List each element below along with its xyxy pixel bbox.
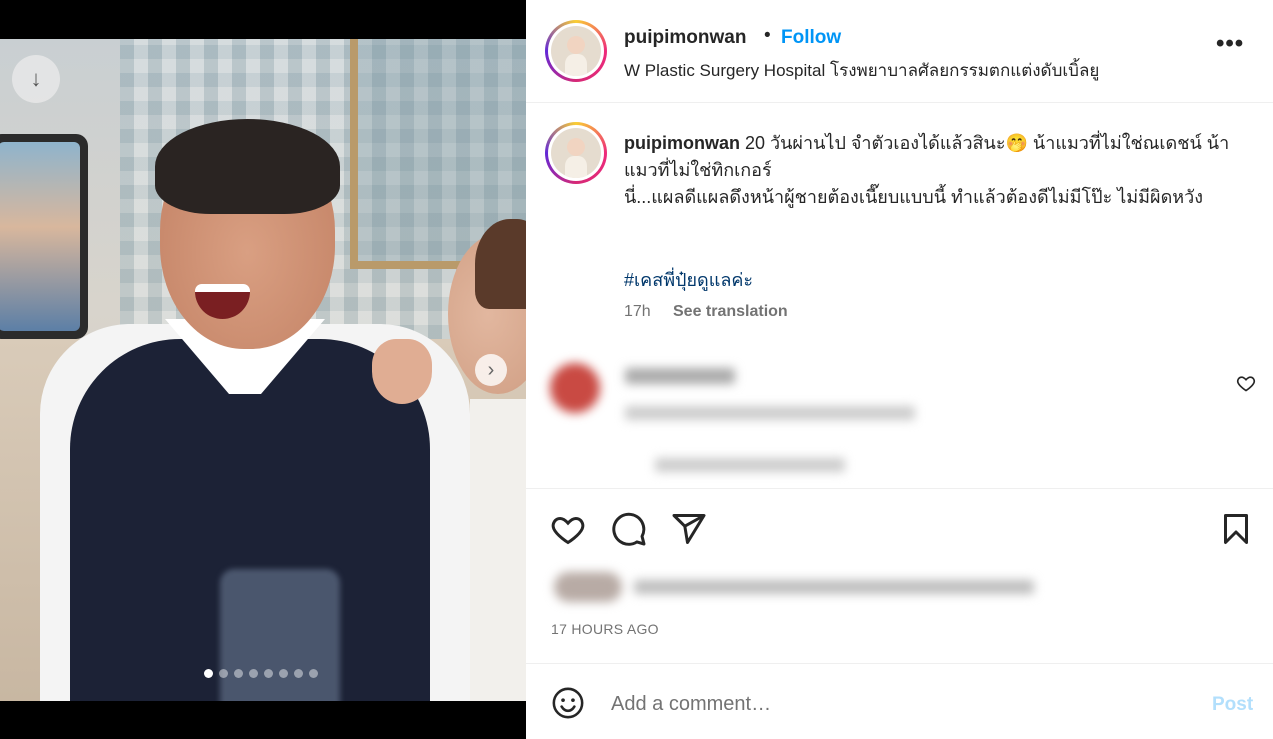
woman-body: [470, 399, 526, 701]
blurred-phone: [220, 569, 340, 701]
download-icon[interactable]: ↓: [12, 55, 60, 103]
carousel-dot[interactable]: [219, 669, 228, 678]
carousel-dot[interactable]: [264, 669, 273, 678]
post-actions: [526, 488, 1273, 568]
carousel-dot[interactable]: [309, 669, 318, 678]
bookmark-icon[interactable]: [1218, 511, 1254, 547]
comment-like-icon[interactable]: [1236, 373, 1256, 393]
caption-time: 17h: [624, 303, 651, 320]
tablet-photo: [0, 134, 88, 339]
comment-input[interactable]: [611, 684, 1171, 724]
comment-icon[interactable]: [611, 511, 647, 547]
liked-by-blurred: [554, 570, 1034, 606]
blurred-comment: [550, 358, 950, 483]
post-caption: puipimonwan 20 วันผ่านไป จำตัวเองได้แล้ว…: [624, 130, 1234, 211]
follow-button[interactable]: Follow: [781, 27, 841, 49]
author-avatar[interactable]: [545, 20, 607, 82]
next-slide-button[interactable]: ›: [475, 354, 507, 386]
instagram-post-modal: ↓ › puipimonwan • Follow W Plastic Surge…: [0, 0, 1273, 739]
share-icon[interactable]: [671, 511, 707, 547]
more-options-icon[interactable]: •••: [1216, 30, 1244, 58]
carousel-dot[interactable]: [294, 669, 303, 678]
caption-username[interactable]: puipimonwan: [624, 133, 740, 153]
like-icon[interactable]: [550, 511, 586, 547]
comment-bar: Post: [526, 663, 1273, 739]
carousel-dot[interactable]: [204, 669, 213, 678]
see-translation-button[interactable]: See translation: [673, 303, 788, 321]
caption-hashtag[interactable]: #เคสพี่ปุ๋ยดูแลค่ะ: [624, 265, 753, 294]
emoji-icon[interactable]: [551, 686, 585, 720]
post-header: puipimonwan • Follow W Plastic Surgery H…: [526, 0, 1273, 103]
man-hair: [155, 119, 340, 214]
post-media: ↓ ›: [0, 0, 526, 739]
woman-hand: [372, 339, 432, 404]
post-location[interactable]: W Plastic Surgery Hospital โรงพยาบาลศัลย…: [624, 57, 1099, 84]
post-photo[interactable]: [0, 39, 526, 701]
post-sidebar: puipimonwan • Follow W Plastic Surgery H…: [526, 0, 1273, 739]
carousel-dot[interactable]: [234, 669, 243, 678]
author-username[interactable]: puipimonwan: [624, 27, 746, 49]
post-time-ago[interactable]: 17 HOURS AGO: [551, 621, 659, 637]
carousel-dots: [204, 669, 318, 678]
post-comment-button[interactable]: Post: [1212, 694, 1253, 716]
carousel-dot[interactable]: [249, 669, 258, 678]
caption-avatar[interactable]: [545, 122, 607, 184]
separator-dot: •: [764, 25, 771, 46]
caption-text-line2: นี่...แผลดีแผลดึงหน้าผู้ชายต้องเนี๊ยบแบบ…: [624, 187, 1204, 207]
carousel-dot[interactable]: [279, 669, 288, 678]
